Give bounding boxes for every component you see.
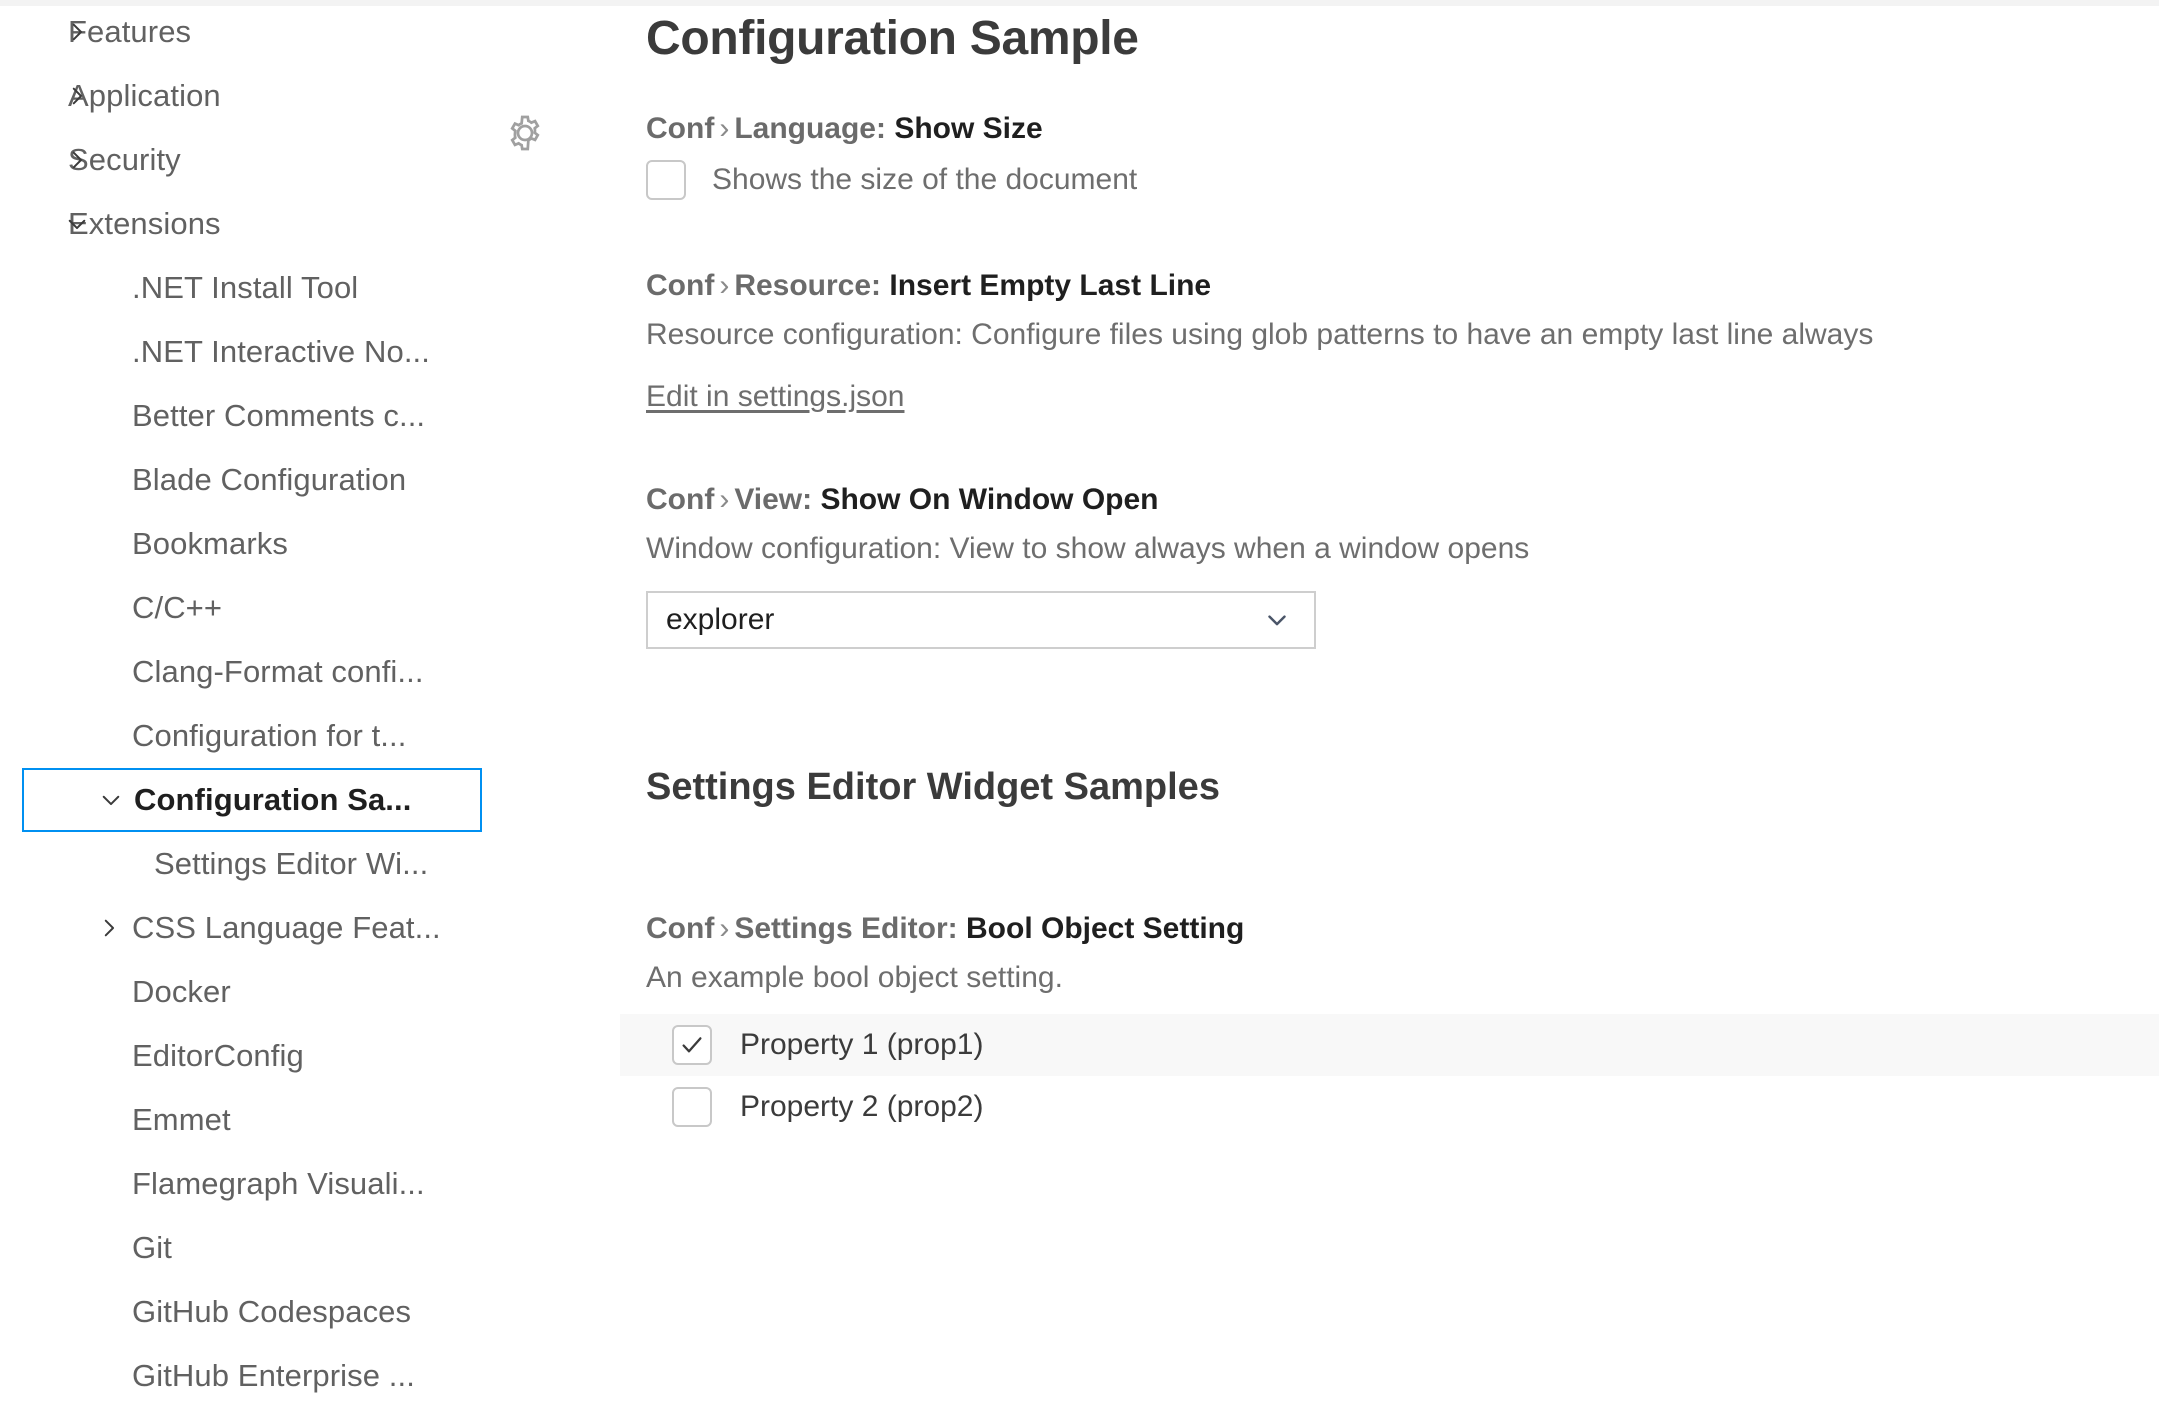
setting-group: Settings Editor: xyxy=(734,912,958,946)
setting-item-show-on-window-open[interactable]: Conf › View: Show On Window Open Window co… xyxy=(620,480,2159,649)
sidebar-item-bookmarks[interactable]: Bookmarks xyxy=(0,512,600,576)
setting-group: Resource: xyxy=(734,268,882,302)
settings-table-of-contents[interactable]: Features Application Security Extensions .NE… xyxy=(0,0,600,1422)
bool-object-row[interactable]: Property 1 (prop1) xyxy=(620,1013,2159,1076)
chevron-down-icon[interactable] xyxy=(62,209,92,239)
sidebar-item-github-enterprise[interactable]: GitHub Enterprise ... xyxy=(0,1344,600,1408)
sidebar-item-flamegraph-visuali[interactable]: Flamegraph Visuali... xyxy=(0,1152,600,1216)
sidebar-item-c-c[interactable]: C/C++ xyxy=(0,576,600,640)
sidebar-item-css-language-feat[interactable]: CSS Language Feat... xyxy=(0,896,600,960)
setting-item-bool-object-setting[interactable]: Conf › Settings Editor: Bool Object Settin… xyxy=(620,909,2159,1138)
setting-group: Language: xyxy=(734,111,886,145)
chevron-right-icon[interactable] xyxy=(62,81,92,111)
setting-checkbox-row[interactable]: Shows the size of the document xyxy=(646,159,2159,200)
show-on-window-open-dropdown[interactable]: explorer xyxy=(646,590,1316,649)
settings-body: Configuration Sample Conf › Language: Show… xyxy=(510,0,2159,1422)
setting-category: Conf xyxy=(646,268,715,302)
sidebar-item-label: EditorConfig xyxy=(132,1038,304,1073)
setting-title: Conf › Language: Show Size xyxy=(646,109,2159,148)
property-checkbox[interactable] xyxy=(672,1086,712,1127)
setting-description: Resource configuration: Configure files … xyxy=(646,317,1874,351)
setting-description: Window configuration: View to show alway… xyxy=(646,532,1530,566)
settings-editor: Features Application Security Extensions .NE… xyxy=(0,0,2159,1422)
bool-object-list[interactable]: Property 1 (prop1) Property 2 (prop2) xyxy=(620,1013,2159,1138)
sidebar-item-emmet[interactable]: Emmet xyxy=(0,1088,600,1152)
sidebar-item-blade-configuration[interactable]: Blade Configuration xyxy=(0,448,600,512)
sidebar-item-label: CSS Language Feat... xyxy=(132,910,441,945)
chevron-right-icon[interactable] xyxy=(62,145,92,175)
sidebar-item-configuration-sa[interactable]: Configuration Sa... xyxy=(22,768,482,832)
sidebar-item-net-interactive-no[interactable]: .NET Interactive No... xyxy=(0,320,600,384)
breadcrumb-separator-icon: › xyxy=(719,111,730,145)
sidebar-item-git[interactable]: Git xyxy=(0,1216,600,1280)
setting-name: Show On Window Open xyxy=(820,483,1159,517)
setting-title: Conf › View: Show On Window Open xyxy=(646,480,2159,519)
sidebar-item-features[interactable]: Features xyxy=(0,0,600,64)
sidebar-item-clang-format-confi[interactable]: Clang-Format confi... xyxy=(0,640,600,704)
sidebar-item-editorconfig[interactable]: EditorConfig xyxy=(0,1024,600,1088)
setting-category: Conf xyxy=(646,111,715,145)
property-checkbox[interactable] xyxy=(672,1024,712,1065)
section-heading-widget-samples: Settings Editor Widget Samples xyxy=(646,766,1220,809)
sidebar-item-docker[interactable]: Docker xyxy=(0,960,600,1024)
sidebar-item-label: Clang-Format confi... xyxy=(132,654,424,689)
sidebar-item-label: Blade Configuration xyxy=(132,462,407,497)
sidebar-item-github-pull-requests[interactable]: GitHub Pull Requests xyxy=(0,1408,600,1422)
sidebar-item-extensions[interactable]: Extensions xyxy=(0,192,600,256)
gear-icon[interactable] xyxy=(505,113,545,153)
property-label: Property 1 (prop1) xyxy=(740,1027,984,1061)
chevron-right-icon[interactable] xyxy=(94,913,124,943)
sidebar-item-label: Settings Editor Wi... xyxy=(154,846,429,881)
show-size-checkbox[interactable] xyxy=(646,159,686,200)
show-size-checkbox-label: Shows the size of the document xyxy=(712,162,1138,196)
sidebar-item-label: Bookmarks xyxy=(132,526,288,561)
sidebar-item-net-install-tool[interactable]: .NET Install Tool xyxy=(0,256,600,320)
sidebar-item-label: Emmet xyxy=(132,1102,231,1137)
setting-item-show-size[interactable]: Conf › Language: Show Size Shows the size … xyxy=(510,109,2159,200)
sidebar-item-label: Flamegraph Visuali... xyxy=(132,1166,425,1201)
sidebar-item-label: Configuration for t... xyxy=(132,718,407,753)
setting-name: Insert Empty Last Line xyxy=(889,268,1212,302)
setting-item-insert-empty-last-line[interactable]: Conf › Resource: Insert Empty Last Line Re… xyxy=(620,266,2159,415)
chevron-down-icon xyxy=(1262,605,1292,635)
check-icon xyxy=(674,1027,710,1063)
setting-name: Bool Object Setting xyxy=(966,912,1245,946)
breadcrumb-separator-icon: › xyxy=(719,268,730,302)
setting-name: Show Size xyxy=(894,111,1043,145)
bool-object-row[interactable]: Property 2 (prop2) xyxy=(620,1076,2159,1138)
setting-description: An example bool object setting. xyxy=(646,961,1063,995)
edit-in-settings-json-link[interactable]: Edit in settings.json xyxy=(646,380,904,414)
sidebar-item-label: Docker xyxy=(132,974,231,1009)
sidebar-item-label: C/C++ xyxy=(132,590,223,625)
dropdown-selected-value: explorer xyxy=(666,602,775,636)
setting-title: Conf › Resource: Insert Empty Last Line xyxy=(646,266,2159,305)
sidebar-item-label: GitHub Enterprise ... xyxy=(132,1358,415,1393)
sidebar-item-github-codespaces[interactable]: GitHub Codespaces xyxy=(0,1280,600,1344)
setting-category: Conf xyxy=(646,912,715,946)
setting-title: Conf › Settings Editor: Bool Object Settin… xyxy=(646,909,2159,948)
breadcrumb-separator-icon: › xyxy=(719,483,730,517)
sidebar-item-label: .NET Install Tool xyxy=(132,270,359,305)
property-label: Property 2 (prop2) xyxy=(740,1089,984,1123)
chevron-right-icon[interactable] xyxy=(62,17,92,47)
page-title: Configuration Sample xyxy=(646,12,1139,65)
sidebar-item-label: .NET Interactive No... xyxy=(132,334,430,369)
sidebar-item-settings-editor-wi[interactable]: Settings Editor Wi... xyxy=(0,832,600,896)
breadcrumb-separator-icon: › xyxy=(719,912,730,946)
sidebar-item-label: GitHub Codespaces xyxy=(132,1294,412,1329)
sidebar-item-better-comments-c[interactable]: Better Comments c... xyxy=(0,384,600,448)
sidebar-item-label: Configuration Sa... xyxy=(134,782,412,817)
setting-group: View: xyxy=(734,483,813,517)
sidebar-item-label: Better Comments c... xyxy=(132,398,426,433)
setting-category: Conf xyxy=(646,483,715,517)
chevron-down-icon[interactable] xyxy=(96,785,126,815)
sidebar-item-configuration-for-t[interactable]: Configuration for t... xyxy=(0,704,600,768)
sidebar-item-label: Git xyxy=(132,1230,172,1265)
